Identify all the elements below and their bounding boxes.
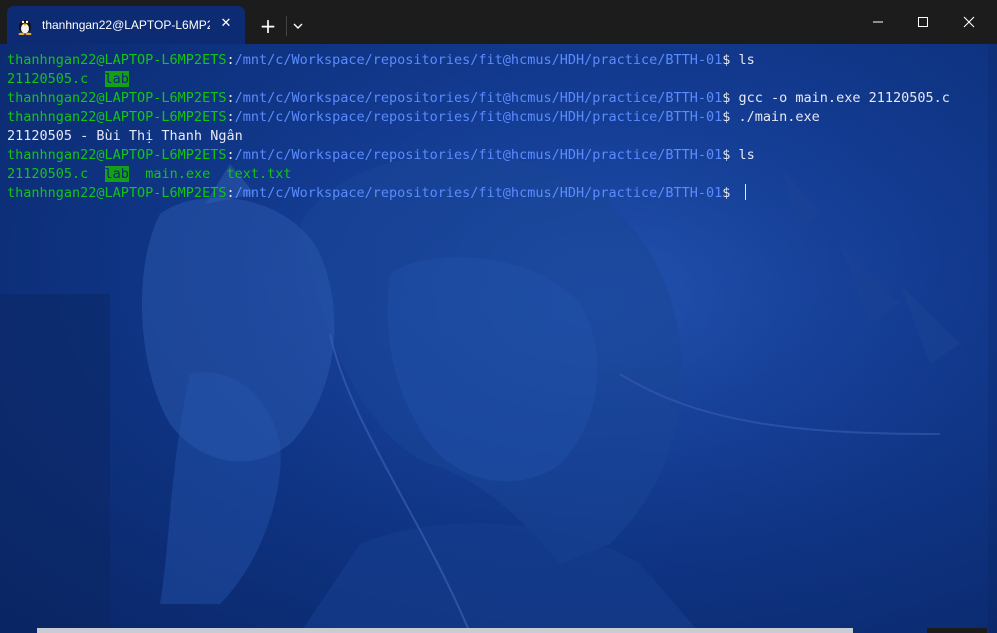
tab-title: thanhngan22@LAPTOP-L6MP2ETS: /mnt/c/Work…: [42, 18, 210, 32]
linux-penguin-icon: [18, 20, 32, 35]
prompt-user-host: thanhngan22@LAPTOP-L6MP2ETS: [7, 147, 227, 163]
vertical-scrollbar[interactable]: [988, 44, 997, 633]
terminal-output[interactable]: thanhngan22@LAPTOP-L6MP2ETS:/mnt/c/Works…: [7, 51, 987, 203]
prompt-path: /mnt/c/Workspace/repositories/fit@hcmus/…: [234, 90, 723, 106]
minimize-button[interactable]: [855, 8, 901, 36]
terminal-window: thanhngan22@LAPTOP-L6MP2ETS: /mnt/c/Work…: [0, 0, 997, 633]
chevron-down-icon[interactable]: [288, 17, 308, 35]
prompt-user-host: thanhngan22@LAPTOP-L6MP2ETS: [7, 90, 227, 106]
prompt-path: /mnt/c/Workspace/repositories/fit@hcmus/…: [234, 185, 723, 201]
file-entry: main.exe: [145, 166, 211, 182]
command-text: gcc -o main.exe 21120505.c: [738, 90, 950, 106]
file-entry: text.txt: [226, 166, 292, 182]
program-output: 21120505 - Bùi Thị Thanh Ngân: [7, 128, 243, 144]
maximize-button[interactable]: [900, 8, 946, 36]
minimize-icon: [873, 21, 883, 23]
prompt-separator: :: [226, 147, 235, 163]
text-cursor: [744, 184, 746, 200]
file-entry: 21120505.c: [7, 166, 89, 182]
prompt-path: /mnt/c/Workspace/repositories/fit@hcmus/…: [234, 109, 723, 125]
close-icon: [963, 16, 975, 28]
taskbar-strip-end: [927, 628, 987, 633]
directory-entry: lab: [104, 71, 129, 87]
prompt-path: /mnt/c/Workspace/repositories/fit@hcmus/…: [234, 52, 723, 68]
new-tab-button[interactable]: +: [256, 14, 280, 38]
command-text: ls: [738, 147, 755, 163]
close-window-button[interactable]: [946, 8, 992, 36]
prompt-user-host: thanhngan22@LAPTOP-L6MP2ETS: [7, 52, 227, 68]
taskbar-strip: [37, 628, 853, 633]
prompt-dollar: $: [722, 52, 739, 68]
terminal-line: 21120505.c lab main.exe text.txt: [7, 165, 987, 184]
prompt-separator: :: [226, 52, 235, 68]
prompt-dollar: $: [722, 109, 739, 125]
title-bar: thanhngan22@LAPTOP-L6MP2ETS: /mnt/c/Work…: [0, 0, 997, 44]
close-tab-icon[interactable]: ✕: [217, 15, 235, 33]
prompt-dollar: $: [722, 90, 739, 106]
prompt-separator: :: [226, 185, 235, 201]
terminal-line: thanhngan22@LAPTOP-L6MP2ETS:/mnt/c/Works…: [7, 51, 987, 70]
directory-entry: lab: [104, 166, 129, 182]
file-entry: 21120505.c: [7, 71, 89, 87]
prompt-dollar: $: [722, 147, 739, 163]
command-text: ./main.exe: [738, 109, 820, 125]
maximize-icon: [918, 17, 928, 27]
terminal-line: thanhngan22@LAPTOP-L6MP2ETS:/mnt/c/Works…: [7, 146, 987, 165]
prompt-separator: :: [226, 109, 235, 125]
tab-separator: [286, 16, 287, 36]
command-text: ls: [738, 52, 755, 68]
terminal-line: thanhngan22@LAPTOP-L6MP2ETS:/mnt/c/Works…: [7, 89, 987, 108]
prompt-separator: :: [226, 90, 235, 106]
terminal-line: thanhngan22@LAPTOP-L6MP2ETS:/mnt/c/Works…: [7, 184, 987, 203]
tab-active[interactable]: thanhngan22@LAPTOP-L6MP2ETS: /mnt/c/Work…: [7, 6, 245, 44]
terminal-line: 21120505.c lab: [7, 70, 987, 89]
prompt-dollar: $: [722, 185, 739, 201]
terminal-line: thanhngan22@LAPTOP-L6MP2ETS:/mnt/c/Works…: [7, 108, 987, 127]
prompt-user-host: thanhngan22@LAPTOP-L6MP2ETS: [7, 185, 227, 201]
terminal-line: 21120505 - Bùi Thị Thanh Ngân: [7, 127, 987, 146]
prompt-path: /mnt/c/Workspace/repositories/fit@hcmus/…: [234, 147, 723, 163]
prompt-user-host: thanhngan22@LAPTOP-L6MP2ETS: [7, 109, 227, 125]
